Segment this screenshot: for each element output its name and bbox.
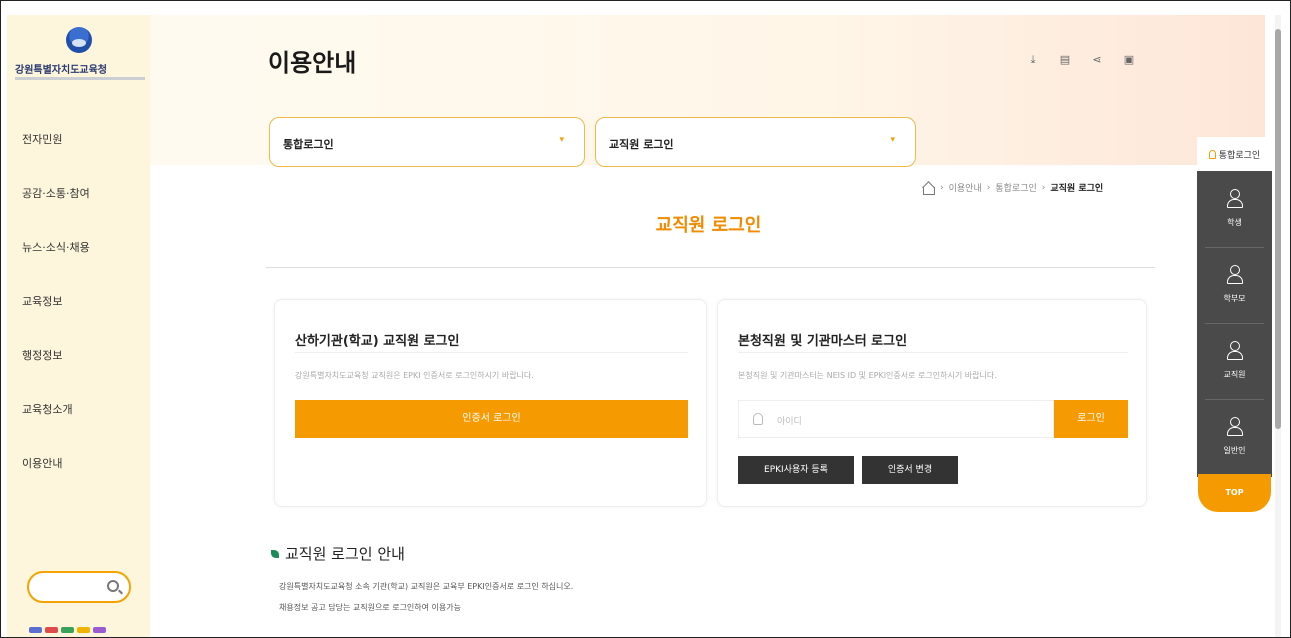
swatch[interactable] bbox=[29, 627, 42, 633]
quick-login-text: 통합로그인 bbox=[1218, 150, 1261, 161]
quick-item-label: 일반인 bbox=[1223, 446, 1246, 455]
page-title: 이용안내 bbox=[268, 49, 357, 77]
breadcrumb-sep: › bbox=[986, 182, 991, 193]
scroll-top-button[interactable]: TOP bbox=[1198, 474, 1271, 512]
section-title: 교직원 로그인 bbox=[655, 215, 762, 236]
divider bbox=[266, 267, 1155, 268]
quick-item-label: 교직원 bbox=[1223, 370, 1246, 379]
breadcrumb-item[interactable]: 이용안내 bbox=[949, 181, 982, 194]
swatch[interactable] bbox=[45, 627, 58, 633]
quick-login-label[interactable]: 통합로그인 bbox=[1197, 137, 1272, 171]
quick-item-label: 학부모 bbox=[1223, 294, 1246, 303]
divider bbox=[295, 352, 688, 353]
nav-item-education-info[interactable]: 교육정보 bbox=[22, 293, 90, 308]
id-placeholder: 아이디 bbox=[777, 417, 802, 427]
card-title: 본청직원 및 기관마스터 로그인 bbox=[738, 334, 908, 349]
leaf-bullet-icon bbox=[271, 549, 279, 558]
parent-icon bbox=[1226, 265, 1243, 284]
quick-item-student[interactable]: 학생 bbox=[1197, 171, 1272, 247]
quick-item-staff[interactable]: 교직원 bbox=[1197, 323, 1272, 399]
login-subtype-select[interactable]: 교직원 로그인 ▾ bbox=[595, 117, 916, 167]
card-description: 본청직원 및 기관마스터는 NEIS ID 및 EPKI인증서로 로그인하시기 … bbox=[738, 371, 997, 380]
page-scrollbar[interactable] bbox=[1275, 15, 1281, 637]
share-icon[interactable]: ⋖ bbox=[1091, 53, 1103, 67]
epki-register-button[interactable]: EPKI사용자 등록 bbox=[738, 456, 854, 484]
logo-emblem-icon bbox=[66, 27, 92, 53]
certificate-change-button[interactable]: 인증서 변경 bbox=[862, 456, 958, 484]
site-logo[interactable]: 강원특별자치도교육청 bbox=[15, 27, 145, 97]
logo-subline bbox=[15, 77, 145, 80]
nav-item-civil[interactable]: 전자민원 bbox=[22, 131, 90, 146]
chevron-down-icon: ▾ bbox=[559, 135, 564, 145]
sidebar-search-button[interactable] bbox=[27, 571, 131, 603]
nav-item-communication[interactable]: 공감·소통·참여 bbox=[22, 185, 90, 200]
swatch[interactable] bbox=[93, 627, 106, 633]
user-icon bbox=[753, 413, 763, 425]
quick-panel: 학생 학부모 교직원 일반인 bbox=[1197, 171, 1272, 477]
guide-line: 강원특별자치도교육청 소속 기관(학교) 교직원은 교육부 EPKI인증서로 로… bbox=[279, 582, 574, 591]
guide-title: 교직원 로그인 안내 bbox=[285, 545, 405, 563]
search-icon bbox=[107, 580, 119, 592]
left-sidebar: 강원특별자치도교육청 전자민원 공감·소통·참여 뉴스·소식·채용 교육정보 행… bbox=[7, 15, 150, 637]
login-button[interactable]: 로그인 bbox=[1054, 400, 1128, 438]
printer-icon[interactable]: ▣ bbox=[1123, 53, 1135, 67]
home-icon[interactable] bbox=[921, 182, 935, 195]
quick-item-label: 학생 bbox=[1227, 218, 1242, 227]
nav-item-news[interactable]: 뉴스·소식·채용 bbox=[22, 239, 90, 254]
nav-item-admin-info[interactable]: 행정정보 bbox=[22, 347, 90, 362]
theme-color-swatches bbox=[29, 627, 106, 633]
breadcrumb-item[interactable]: 통합로그인 bbox=[995, 181, 1036, 194]
staff-icon bbox=[1226, 341, 1243, 360]
login-type-select[interactable]: 통합로그인 ▾ bbox=[269, 117, 585, 167]
breadcrumb: › 이용안내 › 통합로그인 › 교직원 로그인 bbox=[921, 181, 1104, 195]
select-value: 통합로그인 bbox=[283, 138, 334, 151]
card-title: 산하기관(학교) 교직원 로그인 bbox=[295, 334, 460, 349]
student-icon bbox=[1226, 189, 1243, 208]
logo-text: 강원특별자치도교육청 bbox=[15, 65, 107, 76]
person-icon bbox=[1208, 149, 1216, 159]
select-value: 교직원 로그인 bbox=[609, 138, 674, 151]
browser-viewport: 강원특별자치도교육청 전자민원 공감·소통·참여 뉴스·소식·채용 교육정보 행… bbox=[0, 0, 1291, 638]
breadcrumb-current: 교직원 로그인 bbox=[1050, 184, 1104, 194]
scrollbar-thumb[interactable] bbox=[1275, 29, 1281, 429]
chevron-down-icon: ▾ bbox=[890, 135, 895, 145]
card-description: 강원특별자치도교육청 교직원은 EPKI 인증서로 로그인하시기 바랍니다. bbox=[295, 371, 534, 380]
swatch[interactable] bbox=[61, 627, 74, 633]
download-icon[interactable]: ⤓ bbox=[1027, 53, 1039, 67]
id-input[interactable]: 아이디 bbox=[738, 400, 1054, 438]
nav-item-about[interactable]: 교육청소개 bbox=[22, 401, 90, 416]
main-nav: 전자민원 공감·소통·참여 뉴스·소식·채용 교육정보 행정정보 교육청소개 이… bbox=[22, 131, 90, 509]
divider bbox=[738, 352, 1128, 353]
hq-staff-login-card: 본청직원 및 기관마스터 로그인 본청직원 및 기관마스터는 NEIS ID 및… bbox=[717, 299, 1147, 507]
utility-icons: ⤓ ▤ ⋖ ▣ bbox=[1027, 53, 1135, 67]
public-user-icon bbox=[1226, 417, 1243, 436]
swatch[interactable] bbox=[77, 627, 90, 633]
quick-item-public[interactable]: 일반인 bbox=[1197, 399, 1272, 475]
breadcrumb-sep: › bbox=[940, 182, 944, 193]
guide-line: 채용정보 공고 담당는 교직원으로 로그인하여 이용가능 bbox=[279, 603, 461, 612]
school-staff-login-card: 산하기관(학교) 교직원 로그인 강원특별자치도교육청 교직원은 EPKI 인증… bbox=[274, 299, 707, 507]
guide-heading: 교직원 로그인 안내 bbox=[271, 543, 405, 564]
certificate-login-button[interactable]: 인증서 로그인 bbox=[295, 400, 688, 438]
breadcrumb-sep: › bbox=[1041, 182, 1046, 193]
nav-item-usage-guide[interactable]: 이용안내 bbox=[22, 455, 90, 470]
print-icon[interactable]: ▤ bbox=[1059, 53, 1071, 67]
quick-item-parent[interactable]: 학부모 bbox=[1197, 247, 1272, 323]
